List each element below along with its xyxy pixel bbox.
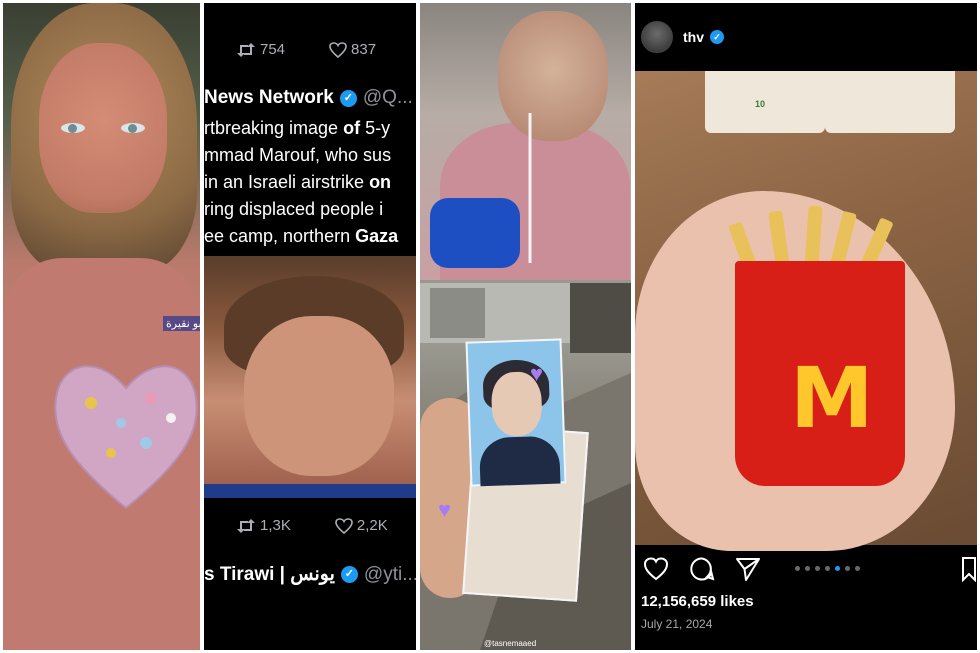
tweet-image-boy[interactable] <box>204 256 416 498</box>
watermark: @tasnemaaed <box>484 639 537 648</box>
retweet-icon <box>237 518 255 533</box>
tweet-author-handle: @yti... <box>363 563 416 585</box>
carousel-dot <box>825 566 830 571</box>
food-box: 10 <box>705 71 825 133</box>
carousel-indicator <box>795 566 860 571</box>
tweet-line: ee camp, northern Gaza <box>204 226 399 246</box>
baby-face <box>498 11 608 141</box>
tweet-stats-bottom: 1,3K 2,2K <box>236 517 388 534</box>
retweet-stat[interactable]: 754 <box>236 41 285 58</box>
carousel-dot <box>855 566 860 571</box>
heart-outline-icon <box>329 41 347 58</box>
girl-right-eye <box>121 123 145 133</box>
verified-badge-icon: ✓ <box>710 30 724 44</box>
shirt-heart-print <box>54 365 198 510</box>
instagram-post: thv ✓ 10 M 12,156,659 likes July 21, 202… <box>635 3 977 650</box>
retweet-stat[interactable]: 1,3K <box>236 517 291 534</box>
tweet-line: mmad Marouf, who sus <box>204 145 392 165</box>
tweet-author-row[interactable]: s Tirawi | يونس ✓ @yti... <box>204 563 416 586</box>
carousel-dot <box>815 566 820 571</box>
tweet-screenshot-panel: 754 837 News Network ✓ @Q... rtbreaking … <box>204 3 416 650</box>
username: thv <box>683 29 704 45</box>
photo-collage-panel: ♥ ♥ @tasnemaaed <box>420 3 631 650</box>
carousel-dot <box>845 566 850 571</box>
username-row[interactable]: thv ✓ <box>683 29 724 45</box>
tweet-stats-top: 754 837 <box>236 41 376 58</box>
photo-girl-portrait: أبو نقيرة <box>3 3 200 650</box>
comment-icon[interactable] <box>689 556 715 582</box>
carousel-dot <box>805 566 810 571</box>
like-count: 837 <box>351 41 377 58</box>
purple-heart-icon: ♥ <box>438 497 452 522</box>
retweet-count: 1,3K <box>260 517 291 534</box>
boy-shirt <box>204 484 416 498</box>
tweet-line: rtbreaking image of 5-y <box>204 118 391 138</box>
box-number: 10 <box>755 99 766 109</box>
tweet-text: rtbreaking image of 5-y mmad Marouf, who… <box>204 115 416 250</box>
carousel-dot <box>795 566 800 571</box>
girl-face <box>39 43 167 213</box>
post-image[interactable]: 10 M <box>635 71 977 551</box>
avatar[interactable] <box>641 21 673 53</box>
tweet-author-name: s Tirawi | يونس <box>204 564 335 585</box>
photocard-shirt <box>478 435 561 487</box>
post-header: thv ✓ <box>635 3 977 71</box>
likes-count[interactable]: 12,156,659 likes <box>641 593 754 610</box>
tweet-author-name: News Network <box>204 87 334 108</box>
like-stat[interactable]: 2,2K <box>335 517 388 534</box>
photo-injured-baby <box>420 3 631 280</box>
bookmark-icon[interactable] <box>961 556 977 582</box>
food-box <box>825 71 955 133</box>
tweet-line: ring displaced people i <box>204 199 384 219</box>
purple-heart-icon: ♥ <box>530 361 544 386</box>
post-actions <box>635 551 977 587</box>
photocard <box>465 338 567 487</box>
retweet-icon <box>237 42 255 57</box>
share-icon[interactable] <box>735 556 761 582</box>
like-heart-icon[interactable] <box>643 556 669 582</box>
carousel-dot-active <box>835 566 840 571</box>
boy-face <box>244 316 394 476</box>
oxygen-mask <box>430 198 520 268</box>
girl-left-eye <box>61 123 85 133</box>
post-date: July 21, 2024 <box>641 617 713 631</box>
feeding-tube <box>528 113 532 263</box>
name-tag: أبو نقيرة <box>163 316 200 331</box>
like-count: 2,2K <box>356 517 388 534</box>
verified-badge-icon: ✓ <box>339 89 357 107</box>
tweet-author-row[interactable]: News Network ✓ @Q... <box>204 87 413 109</box>
mcdonalds-logo: M <box>790 349 874 447</box>
retweet-count: 754 <box>260 41 286 58</box>
verified-badge-icon: ✓ <box>340 566 358 583</box>
like-stat[interactable]: 837 <box>329 41 376 58</box>
heart-outline-icon <box>335 517 353 534</box>
tweet-author-handle: @Q... <box>362 87 413 108</box>
tweet-line: in an Israeli airstrike on <box>204 172 392 192</box>
